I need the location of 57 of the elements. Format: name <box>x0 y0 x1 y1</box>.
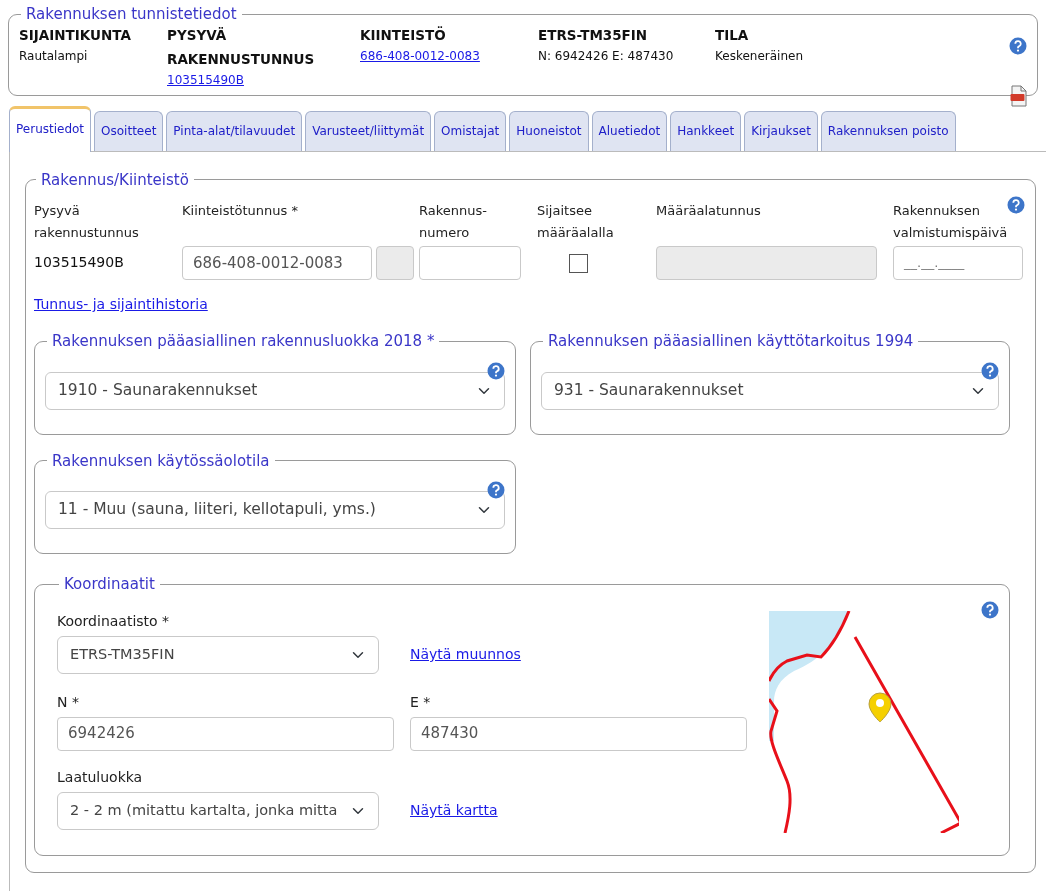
tab[interactable]: Kirjaukset <box>744 110 818 151</box>
select-field[interactable]: 11 - Muu (sauna, liiteri, kellotapuli, yms.) <box>45 491 505 529</box>
field-label: ETRS-TM35FIN <box>538 25 649 45</box>
input-field[interactable]: 686-408-0012-0083 <box>182 246 372 280</box>
input-field[interactable] <box>376 246 414 280</box>
field-value: 103515490B <box>34 253 125 272</box>
field-label: Laatuluokka <box>57 767 144 787</box>
input-field[interactable]: __.__.____ <box>893 246 1023 280</box>
input-field[interactable]: 487430 <box>410 716 747 751</box>
tab[interactable]: Aluetiedot <box>591 110 668 151</box>
help-icon[interactable] <box>981 600 999 619</box>
tab[interactable]: Rakennuksen poisto <box>820 110 956 151</box>
pdf-icon[interactable] <box>1010 84 1028 107</box>
field-label: TILA <box>715 25 750 45</box>
field-value: Rautalampi <box>19 47 89 65</box>
field-label: Kiinteistötunnus * <box>182 202 299 220</box>
input-field[interactable] <box>656 246 877 280</box>
tab[interactable]: Omistajat <box>434 110 507 151</box>
section-title: Rakennuksen tunnistetiedot <box>25 6 238 23</box>
field-value: Keskeneräinen <box>715 47 804 65</box>
select-field[interactable]: 2 - 2 m (mitattu kartalta, jonka mitta <box>57 791 379 830</box>
section-title: Koordinaatit <box>63 576 156 593</box>
field-label: Määräalatunnus <box>656 202 762 220</box>
field-label: KIINTEISTÖ <box>360 25 447 45</box>
tab[interactable]: Hankkeet <box>670 110 742 151</box>
field-label: Sijaitsee määräalalla <box>537 202 615 242</box>
link[interactable]: Näytä kartta <box>410 800 498 821</box>
help-icon[interactable] <box>1009 36 1027 55</box>
value-link[interactable]: 686-408-0012-0083 <box>360 48 480 63</box>
link[interactable]: Näytä muunnos <box>410 644 521 665</box>
field-label: N * <box>57 692 80 712</box>
tab[interactable]: Huoneistot <box>509 110 589 151</box>
field-label: PYSYVÄ RAKENNUSTUNNUS <box>167 25 316 69</box>
tab[interactable]: Pinta-alat/tilavuudet <box>166 110 303 151</box>
section-title: Rakennuksen pääasiallinen käyttötarkoitus 1994 <box>547 333 915 350</box>
section-title: Rakennuksen pääasiallinen rakennusluokka 2018 * <box>51 333 436 350</box>
section-title: Rakennus/Kiinteistö <box>40 171 190 188</box>
value-link[interactable]: 103515490B <box>167 72 244 87</box>
field-label: Pysyvä rakennustunnus <box>34 202 140 242</box>
select-field[interactable]: 1910 - Saunarakennukset <box>45 371 505 410</box>
field-value: N: 6942426 E: 487430 <box>538 47 675 65</box>
tab[interactable]: Osoitteet <box>94 110 164 151</box>
select-field[interactable]: 931 - Saunarakennukset <box>541 371 999 410</box>
field-label: SIJAINTIKUNTA <box>19 25 132 45</box>
history-link[interactable]: Tunnus- ja sijaintihistoria <box>34 296 208 312</box>
field-label: Rakennus-numero <box>419 202 488 242</box>
section-title: Rakennuksen käytössäolotila <box>51 452 271 469</box>
field-label: E * <box>410 692 432 712</box>
tab[interactable]: Perustiedot <box>9 105 92 152</box>
input-field[interactable] <box>419 246 521 280</box>
tab[interactable]: Varusteet/liittymät <box>305 110 432 151</box>
help-icon[interactable] <box>1007 196 1025 214</box>
field-label: Rakennuksen valmistumispäivä <box>893 202 1009 242</box>
select-field[interactable]: ETRS-TM35FIN <box>57 635 379 674</box>
checkbox[interactable] <box>569 254 588 273</box>
field-label: Koordinaatisto * <box>57 611 171 631</box>
input-field[interactable]: 6942426 <box>57 716 394 751</box>
